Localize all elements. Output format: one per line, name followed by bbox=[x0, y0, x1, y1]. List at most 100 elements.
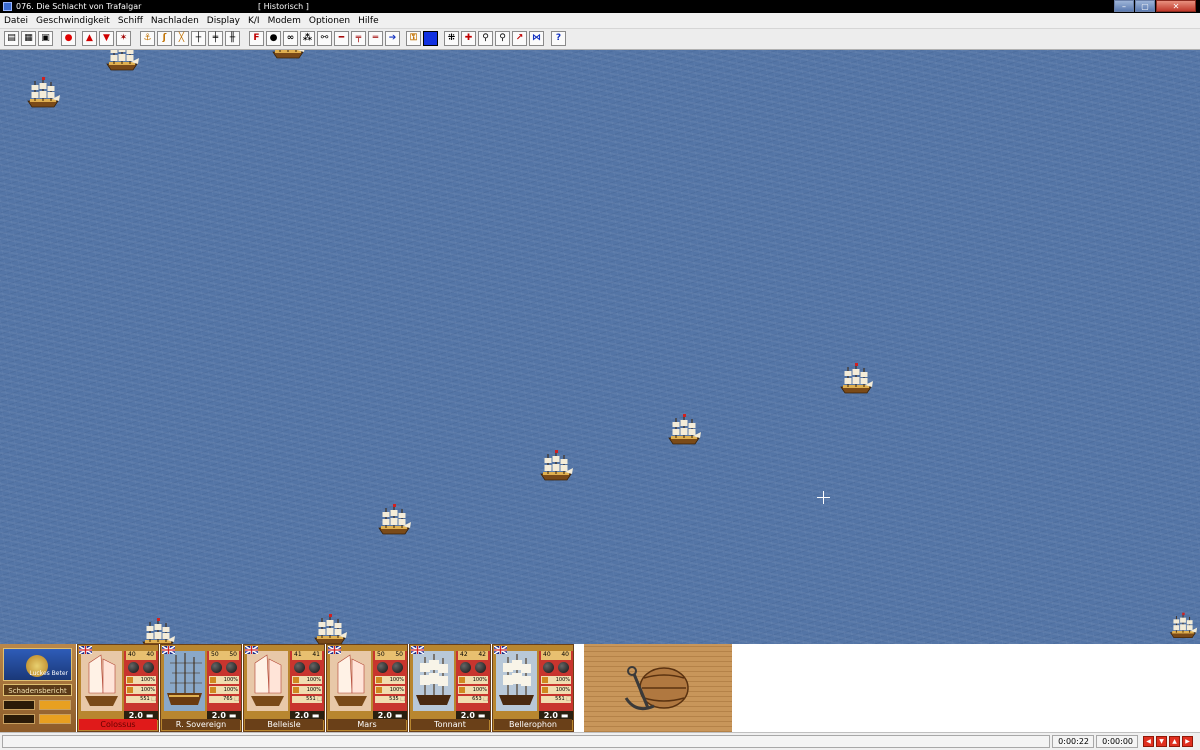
key-icon[interactable]: ⚿ bbox=[406, 31, 421, 46]
bow-tie-icon[interactable]: ⋈ bbox=[529, 31, 544, 46]
gun-count: 42 42 bbox=[458, 651, 488, 660]
union-flag-icon bbox=[494, 646, 507, 654]
rotate-icon[interactable]: ↗ bbox=[512, 31, 527, 46]
maximize-button[interactable]: ▢ bbox=[1135, 0, 1155, 12]
anchor-panel[interactable] bbox=[584, 644, 732, 732]
round-shot-icon[interactable]: ● bbox=[266, 31, 281, 46]
hull-status: 100% bbox=[375, 676, 405, 684]
hull-status: 100% bbox=[209, 676, 239, 684]
fleet-logo[interactable]: Luckes Beter bbox=[3, 648, 72, 681]
ship-portrait bbox=[164, 651, 205, 711]
grid-icon[interactable]: ⁜ bbox=[444, 31, 459, 46]
damage-report-button[interactable]: Schadensbericht bbox=[3, 684, 72, 696]
ship-stats: 40 40 100% 100% 551 ⬚ bbox=[124, 651, 158, 711]
sail-up-icon[interactable]: ▲ bbox=[82, 31, 97, 46]
cannonball-icon bbox=[541, 662, 571, 673]
union-flag-icon bbox=[245, 646, 258, 654]
grape-shot-icon[interactable]: ⁂ bbox=[300, 31, 315, 46]
ship-card[interactable]: 42 42 100% 100% 653 ⬚ 2.0 ▬ Tonnant bbox=[409, 644, 491, 732]
cannon-icon[interactable]: ━ bbox=[334, 31, 349, 46]
ship-card[interactable]: 50 50 100% 100% 535 ⬚ 2.0 ▬ Mars bbox=[326, 644, 408, 732]
yard-icon[interactable]: ╪ bbox=[208, 31, 223, 46]
ship-name: Bellerophon bbox=[494, 719, 572, 730]
ship-sprite[interactable] bbox=[666, 414, 702, 446]
rigging-icon[interactable]: ╳ bbox=[174, 31, 189, 46]
ship-sprite[interactable] bbox=[1168, 608, 1198, 644]
speed-arrow-icon[interactable]: ▶ bbox=[1182, 736, 1193, 747]
cannonball-icon bbox=[126, 662, 156, 673]
zoom-out-icon[interactable]: ⚲ bbox=[495, 31, 510, 46]
rope-icon[interactable]: ʃ bbox=[157, 31, 172, 46]
toolbar: ▤ ▦ ▣ ● ▲ ▼ ✶ ⚓ ʃ ╳ ┼ ╪ ╫ F ● ∞ ⁂ ⚯ ━ ╤ … bbox=[0, 29, 1200, 50]
ship-card[interactable]: 41 41 100% 100% 551 ⬚ 2.0 ▬ Belleisle bbox=[243, 644, 325, 732]
ship-list-icon[interactable]: ▤ bbox=[4, 31, 19, 46]
ship-card[interactable]: 40 40 100% 100% 551 ⬚ 2.0 ▬ Colossus bbox=[77, 644, 159, 732]
fire-button[interactable]: F bbox=[249, 31, 264, 46]
battle-map[interactable] bbox=[0, 50, 1200, 644]
ship-name: Tonnant bbox=[411, 719, 489, 730]
compass-icon[interactable]: ✚ bbox=[461, 31, 476, 46]
menu-datei[interactable]: Datei bbox=[0, 13, 32, 29]
sea-color-icon[interactable] bbox=[423, 31, 438, 46]
menu-ki[interactable]: K/I bbox=[244, 13, 264, 29]
crew-count: 551 ⬚ bbox=[541, 696, 571, 703]
double-mast-icon[interactable]: ╫ bbox=[225, 31, 240, 46]
close-button[interactable]: ✕ bbox=[1156, 0, 1196, 12]
cannonball-icon bbox=[292, 662, 322, 673]
menu-nachladen[interactable]: Nachladen bbox=[147, 13, 203, 29]
ship-name: Colossus bbox=[79, 719, 157, 730]
ship-card[interactable]: 40 40 100% 100% 551 ⬚ 2.0 ▬ Bellerophon bbox=[492, 644, 574, 732]
gun-count: 50 50 bbox=[375, 651, 405, 660]
menu-hilfe[interactable]: Hilfe bbox=[354, 13, 382, 29]
order-slot-icon[interactable] bbox=[39, 700, 71, 710]
speed-arrow-icon[interactable]: ◀ bbox=[1143, 736, 1154, 747]
ship-name: Mars bbox=[328, 719, 406, 730]
arrow-right-icon[interactable]: ➔ bbox=[385, 31, 400, 46]
ship-sprite[interactable] bbox=[104, 50, 140, 72]
mast-icon[interactable]: ┼ bbox=[191, 31, 206, 46]
window-controls: – ▢ ✕ bbox=[1114, 0, 1196, 13]
ship-name: Belleisle bbox=[245, 719, 323, 730]
speed-arrow-icon[interactable]: ▲ bbox=[1169, 736, 1180, 747]
menu-display[interactable]: Display bbox=[203, 13, 244, 29]
chain-shot-icon[interactable]: ∞ bbox=[283, 31, 298, 46]
ship-sprite[interactable] bbox=[312, 614, 348, 644]
zoom-in-icon[interactable]: ⚲ bbox=[478, 31, 493, 46]
ship-damage-icon[interactable]: ✶ bbox=[116, 31, 131, 46]
menu-geschwindigkeit[interactable]: Geschwindigkeit bbox=[32, 13, 114, 29]
sail-down-icon[interactable]: ▼ bbox=[99, 31, 114, 46]
ship-card[interactable]: 50 50 100% 100% 765 ⬚ 2.0 ▬ R. Sovereign bbox=[160, 644, 242, 732]
menu-optionen[interactable]: Optionen bbox=[305, 13, 354, 29]
marines-icon[interactable]: ═ bbox=[368, 31, 383, 46]
union-flag-icon bbox=[411, 646, 424, 654]
gun-count: 50 50 bbox=[209, 651, 239, 660]
fleet-icon[interactable]: ▦ bbox=[21, 31, 36, 46]
speed-arrow-icon[interactable]: ▼ bbox=[1156, 736, 1167, 747]
minimize-button[interactable]: – bbox=[1114, 0, 1134, 12]
ship-sprite[interactable] bbox=[376, 504, 412, 536]
anchor-icon[interactable]: ⚓ bbox=[140, 31, 155, 46]
stop-icon[interactable]: ● bbox=[61, 31, 76, 46]
cannonball-icon bbox=[375, 662, 405, 673]
menu-modem[interactable]: Modem bbox=[264, 13, 305, 29]
boarding-icon[interactable]: ╤ bbox=[351, 31, 366, 46]
double-shot-icon[interactable]: ⚯ bbox=[317, 31, 332, 46]
ship-sprite[interactable] bbox=[270, 50, 306, 60]
ship-stats: 50 50 100% 100% 535 ⬚ bbox=[373, 651, 407, 711]
ship-sprite[interactable] bbox=[538, 450, 574, 482]
menu-schiff[interactable]: Schiff bbox=[114, 13, 147, 29]
order-slot-icon[interactable] bbox=[3, 700, 35, 710]
formation-icon[interactable]: ▣ bbox=[38, 31, 53, 46]
rigging-status: 100% bbox=[458, 686, 488, 694]
union-flag-icon bbox=[79, 646, 92, 654]
order-slot-icon[interactable] bbox=[3, 714, 35, 724]
gun-count: 40 40 bbox=[126, 651, 156, 660]
ship-sprite[interactable] bbox=[140, 618, 176, 644]
rigging-status: 100% bbox=[541, 686, 571, 694]
control-panel: Luckes Beter Schadensbericht 40 40 100% 1… bbox=[0, 644, 1200, 732]
ship-sprite[interactable] bbox=[25, 77, 61, 109]
ship-sprite[interactable] bbox=[838, 363, 874, 395]
order-slot-icon[interactable] bbox=[39, 714, 71, 724]
help-button[interactable]: ? bbox=[551, 31, 566, 46]
cannonball-icon bbox=[209, 662, 239, 673]
